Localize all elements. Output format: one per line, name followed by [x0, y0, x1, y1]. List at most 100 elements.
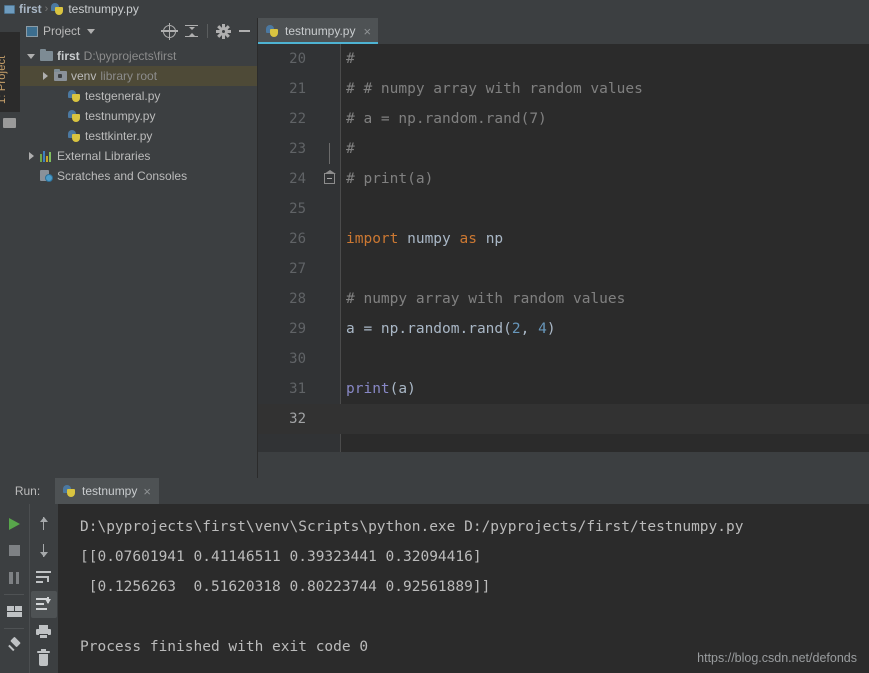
tree-row[interactable]: first D:\pyprojects\first [20, 46, 257, 66]
editor-bottom-strip [258, 452, 869, 478]
code-line[interactable]: 26 import numpy as np [258, 224, 869, 254]
code-area[interactable]: 20 #21 # # numpy array with random values 2… [258, 44, 869, 478]
run-icon[interactable] [1, 510, 27, 537]
code-token: # numpy array with random values [346, 291, 626, 307]
folder-icon [40, 49, 53, 61]
chevron-right-icon[interactable] [26, 152, 36, 160]
arrow-up-icon[interactable] [31, 510, 57, 537]
scroll-to-end-icon[interactable] [30, 591, 57, 618]
code-line[interactable]: 30 [258, 344, 869, 374]
minimize-icon[interactable] [239, 30, 250, 32]
code-line-text: a = np.random.rand(2, 4) [346, 314, 556, 344]
trash-icon[interactable] [31, 645, 57, 672]
tree-row-hint: D:\pyprojects\first [83, 49, 177, 63]
chevron-down-icon[interactable] [26, 53, 36, 59]
tree-row[interactable]: Scratches and Consoles [20, 166, 257, 186]
code-line[interactable]: 22 # a = np.random.rand(7) [258, 104, 869, 134]
pin-icon[interactable] [1, 632, 27, 659]
sidebar-tab-project-label: 1: Project [0, 55, 8, 104]
run-panel-header: Run: testnumpy × [0, 478, 869, 504]
soft-wrap-icon[interactable] [31, 564, 57, 591]
code-line[interactable]: 21 # # numpy array with random values [258, 74, 869, 104]
code-line[interactable]: 23 # [258, 134, 869, 164]
breadcrumb-project-label: first [19, 2, 42, 16]
code-token: # print(a) [346, 171, 434, 187]
layout-icon[interactable] [1, 598, 27, 625]
code-line[interactable]: 31 print(a) [258, 374, 869, 404]
code-fold-icon[interactable] [324, 170, 336, 184]
code-token: # [346, 141, 355, 157]
toolbar-divider [207, 24, 208, 38]
tree-row[interactable]: External Libraries [20, 146, 257, 166]
chevron-right-icon[interactable] [40, 72, 50, 80]
locate-icon[interactable] [161, 22, 178, 40]
code-line[interactable]: 20 # [258, 44, 869, 74]
run-panel-label: Run: [14, 484, 41, 498]
code-line-text: # a = np.random.rand(7) [346, 104, 547, 134]
console-output[interactable]: D:\pyprojects\first\venv\Scripts\python.… [58, 504, 869, 673]
breadcrumb-file[interactable]: testnumpy.py [51, 2, 139, 16]
line-number: 30 [289, 351, 306, 367]
python-file-icon [68, 129, 81, 143]
console-line: [[0.07601941 0.41146511 0.39323441 0.320… [80, 549, 482, 565]
code-line-text: # [346, 44, 355, 74]
print-icon[interactable] [31, 618, 57, 645]
line-number: 26 [289, 231, 306, 247]
code-token: a = np.random.rand [346, 321, 504, 337]
tree-row[interactable]: testtkinter.py [20, 126, 257, 146]
tree-row-label: Scratches and Consoles [57, 169, 188, 183]
project-panel-title: Project [43, 24, 81, 38]
editor-tab-testnumpy[interactable]: testnumpy.py × [258, 18, 379, 44]
tree-row-label: testnumpy.py [85, 109, 156, 123]
pause-icon[interactable] [1, 564, 27, 591]
code-token: import [346, 231, 399, 247]
stop-icon[interactable] [1, 537, 27, 564]
sidebar-tab-project[interactable]: 1: Project [0, 32, 20, 112]
code-line-text: # [346, 134, 355, 164]
gear-icon[interactable] [216, 23, 231, 39]
arrow-down-icon[interactable] [31, 537, 57, 564]
console-line: [0.1256263 0.51620318 0.80223744 0.92561… [80, 579, 491, 595]
line-number: 29 [289, 321, 306, 337]
code-token: 4 [538, 321, 547, 337]
breadcrumb-project[interactable]: first [4, 2, 42, 16]
run-tab-testnumpy[interactable]: testnumpy × [55, 478, 159, 504]
tree-row-hint: library root [100, 69, 158, 83]
run-panel-body: D:\pyprojects\first\venv\Scripts\python.… [0, 504, 869, 673]
code-token: np [476, 231, 504, 247]
tree-row[interactable]: testnumpy.py [20, 106, 257, 126]
collapse-all-icon[interactable] [185, 24, 198, 38]
code-line[interactable]: 28 # numpy array with random values [258, 284, 869, 314]
python-file-icon [266, 24, 279, 38]
fold-guide-line [329, 143, 330, 164]
project-panel-toolbar [161, 22, 253, 40]
code-token: 2 [511, 321, 521, 337]
left-tool-strip: 1: Project [0, 18, 21, 478]
close-icon[interactable]: × [143, 485, 151, 498]
code-line[interactable]: 29 a = np.random.rand(2, 4) [258, 314, 869, 344]
run-toolbar-column-secondary [28, 504, 59, 673]
code-token: ( [503, 321, 512, 337]
project-view-icon [26, 25, 38, 37]
breadcrumb: first › testnumpy.py [0, 0, 869, 18]
line-number: 21 [289, 81, 306, 97]
code-token: (a) [389, 381, 416, 397]
line-number: 27 [289, 261, 306, 277]
tree-row[interactable]: testgeneral.py [20, 86, 257, 106]
python-file-icon [68, 89, 81, 103]
code-line-text: # print(a) [346, 164, 433, 194]
project-panel-title-group[interactable]: Project [26, 24, 96, 38]
code-line[interactable]: 32 [258, 404, 869, 434]
structure-icon[interactable] [3, 118, 16, 128]
code-line[interactable]: 25 [258, 194, 869, 224]
tree-row[interactable]: venv library root [20, 66, 257, 86]
code-line-text: # numpy array with random values [346, 284, 625, 314]
code-token: , [520, 321, 539, 337]
close-icon[interactable]: × [363, 25, 371, 38]
code-line-text: import numpy as np [346, 224, 503, 254]
code-line[interactable]: 27 [258, 254, 869, 284]
editor-area: testnumpy.py × 20 #21 # # numpy array with… [258, 18, 869, 478]
chevron-down-icon[interactable] [87, 28, 96, 34]
code-line[interactable]: 24 # print(a) [258, 143, 869, 194]
